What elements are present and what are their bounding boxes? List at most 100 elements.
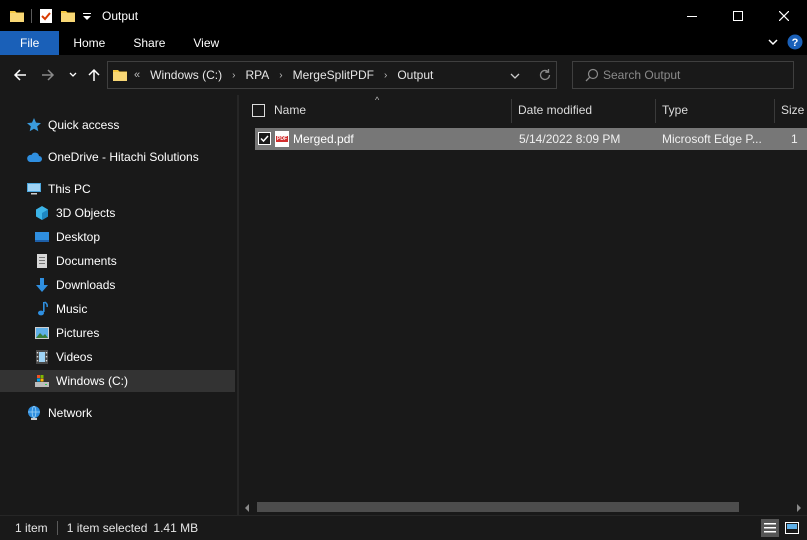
sidebar-item-label: 3D Objects: [56, 206, 116, 220]
status-selected-size: 1.41 MB: [153, 521, 199, 535]
status-bar: 1 item 1 item selected 1.41 MB: [0, 515, 807, 540]
breadcrumb: « Windows (C:) › RPA › MergeSplitPDF › O…: [134, 62, 437, 88]
search-icon: [585, 68, 599, 85]
file-list: ^ Name Date modified Type Size PDF Merge…: [239, 95, 807, 515]
sidebar-item-label: Network: [48, 406, 93, 420]
back-arrow-icon[interactable]: [10, 65, 30, 85]
folder-icon: [112, 67, 128, 86]
details-view-icon[interactable]: [761, 519, 779, 537]
sidebar-item-label: Windows (C:): [56, 374, 129, 388]
file-name[interactable]: Merged.pdf: [293, 128, 354, 150]
horizontal-scrollbar[interactable]: [239, 498, 807, 515]
sidebar-item-3d-objects[interactable]: 3D Objects: [0, 202, 235, 224]
desktop-icon: [34, 229, 50, 245]
large-icons-view-icon[interactable]: [783, 519, 801, 537]
tab-view[interactable]: View: [179, 31, 233, 55]
forward-arrow-icon[interactable]: [38, 65, 58, 85]
breadcrumb-overflow[interactable]: «: [134, 69, 146, 81]
scrollbar-thumb[interactable]: [257, 502, 739, 512]
sidebar-item-label: Music: [56, 302, 88, 316]
window-title: Output: [102, 8, 139, 23]
help-icon[interactable]: ?: [787, 34, 803, 53]
network-icon: [26, 405, 42, 421]
breadcrumb-windows-c[interactable]: Windows (C:): [146, 68, 226, 82]
minimize-icon[interactable]: [669, 0, 715, 31]
sidebar-item-pictures[interactable]: Pictures: [0, 322, 235, 344]
breadcrumb-output[interactable]: Output: [393, 68, 437, 82]
refresh-icon[interactable]: [538, 68, 552, 85]
title-bar: Output: [0, 0, 807, 31]
status-selected-count: 1 item selected: [66, 521, 148, 535]
sidebar-item-quick-access[interactable]: Quick access: [0, 114, 235, 136]
sidebar-item-this-pc[interactable]: This PC: [0, 178, 235, 200]
expand-ribbon-chevron-icon[interactable]: [767, 36, 779, 51]
sidebar-item-onedrive[interactable]: OneDrive - Hitachi Solutions: [0, 146, 235, 168]
tab-file[interactable]: File: [0, 31, 60, 55]
cloud-icon: [26, 149, 42, 165]
sidebar-item-label: Desktop: [56, 230, 101, 244]
maximize-icon[interactable]: [715, 0, 761, 31]
status-item-count: 1 item: [15, 521, 48, 535]
sidebar-item-label: Quick access: [48, 118, 120, 132]
navigation-pane: Quick access OneDrive - Hitachi Solution…: [0, 95, 237, 515]
address-history-chevron-icon[interactable]: [510, 70, 520, 84]
breadcrumb-mergesplitpdf[interactable]: MergeSplitPDF: [289, 68, 378, 82]
new-folder-icon[interactable]: [60, 8, 76, 24]
column-header-size[interactable]: Size: [775, 97, 807, 123]
sidebar-item-label: Pictures: [56, 326, 100, 340]
sidebar-item-network[interactable]: Network: [0, 402, 235, 424]
select-all-checkbox[interactable]: [252, 104, 265, 117]
picture-icon: [34, 325, 50, 341]
sidebar-item-videos[interactable]: Videos: [0, 346, 235, 368]
sidebar-item-documents[interactable]: Documents: [0, 250, 235, 272]
chevron-right-icon[interactable]: ›: [226, 70, 241, 81]
sidebar-item-label: This PC: [48, 182, 91, 196]
chevron-right-icon[interactable]: ›: [378, 70, 393, 81]
scroll-right-icon[interactable]: [795, 502, 803, 516]
recent-locations-chevron-icon[interactable]: [63, 65, 83, 85]
tab-share[interactable]: Share: [119, 31, 179, 55]
sidebar-item-downloads[interactable]: Downloads: [0, 274, 235, 296]
star-icon: [26, 117, 42, 133]
scroll-left-icon[interactable]: [243, 502, 251, 516]
column-headers: ^ Name Date modified Type Size: [239, 95, 807, 123]
view-switcher: [761, 519, 801, 537]
file-size: 1: [791, 132, 798, 146]
breadcrumb-rpa[interactable]: RPA: [241, 68, 273, 82]
table-row[interactable]: PDF Merged.pdf 5/14/2022 8:09 PM Microso…: [255, 128, 807, 150]
chevron-right-icon[interactable]: ›: [273, 70, 288, 81]
column-header-date-modified[interactable]: Date modified: [512, 97, 655, 123]
tab-home[interactable]: Home: [59, 31, 119, 55]
sidebar-item-label: Downloads: [56, 278, 116, 292]
music-note-icon: [34, 301, 50, 317]
row-checkbox[interactable]: [258, 132, 271, 145]
svg-text:?: ?: [792, 37, 799, 49]
search-box[interactable]: [572, 61, 794, 89]
pdf-file-icon: PDF: [275, 131, 289, 147]
up-arrow-icon[interactable]: [84, 65, 104, 85]
window-controls: [669, 0, 807, 31]
film-icon: [34, 349, 50, 365]
file-date-modified: 5/14/2022 8:09 PM: [519, 132, 621, 146]
download-arrow-icon: [34, 277, 50, 293]
search-input[interactable]: [603, 66, 783, 84]
address-bar[interactable]: « Windows (C:) › RPA › MergeSplitPDF › O…: [107, 61, 557, 89]
file-type: Microsoft Edge P...: [662, 132, 762, 146]
column-header-type[interactable]: Type: [656, 97, 774, 123]
document-icon: [34, 253, 50, 269]
close-icon[interactable]: [761, 0, 807, 31]
ribbon-tabs: File Home Share View ?: [0, 31, 807, 55]
customize-toolbar-icon[interactable]: [82, 8, 92, 24]
computer-icon: [26, 181, 42, 197]
sidebar-item-desktop[interactable]: Desktop: [0, 226, 235, 248]
toolbar-separator: [31, 8, 32, 23]
folder-icon: [9, 8, 25, 24]
pdf-badge: PDF: [276, 136, 288, 142]
status-divider: [56, 521, 58, 535]
properties-icon[interactable]: [38, 8, 54, 24]
sidebar-item-windows-c[interactable]: Windows (C:): [0, 370, 235, 392]
column-header-name[interactable]: Name: [268, 97, 511, 123]
sidebar-item-music[interactable]: Music: [0, 298, 235, 320]
cube-icon: [34, 205, 50, 221]
sidebar-item-label: Documents: [56, 254, 117, 268]
